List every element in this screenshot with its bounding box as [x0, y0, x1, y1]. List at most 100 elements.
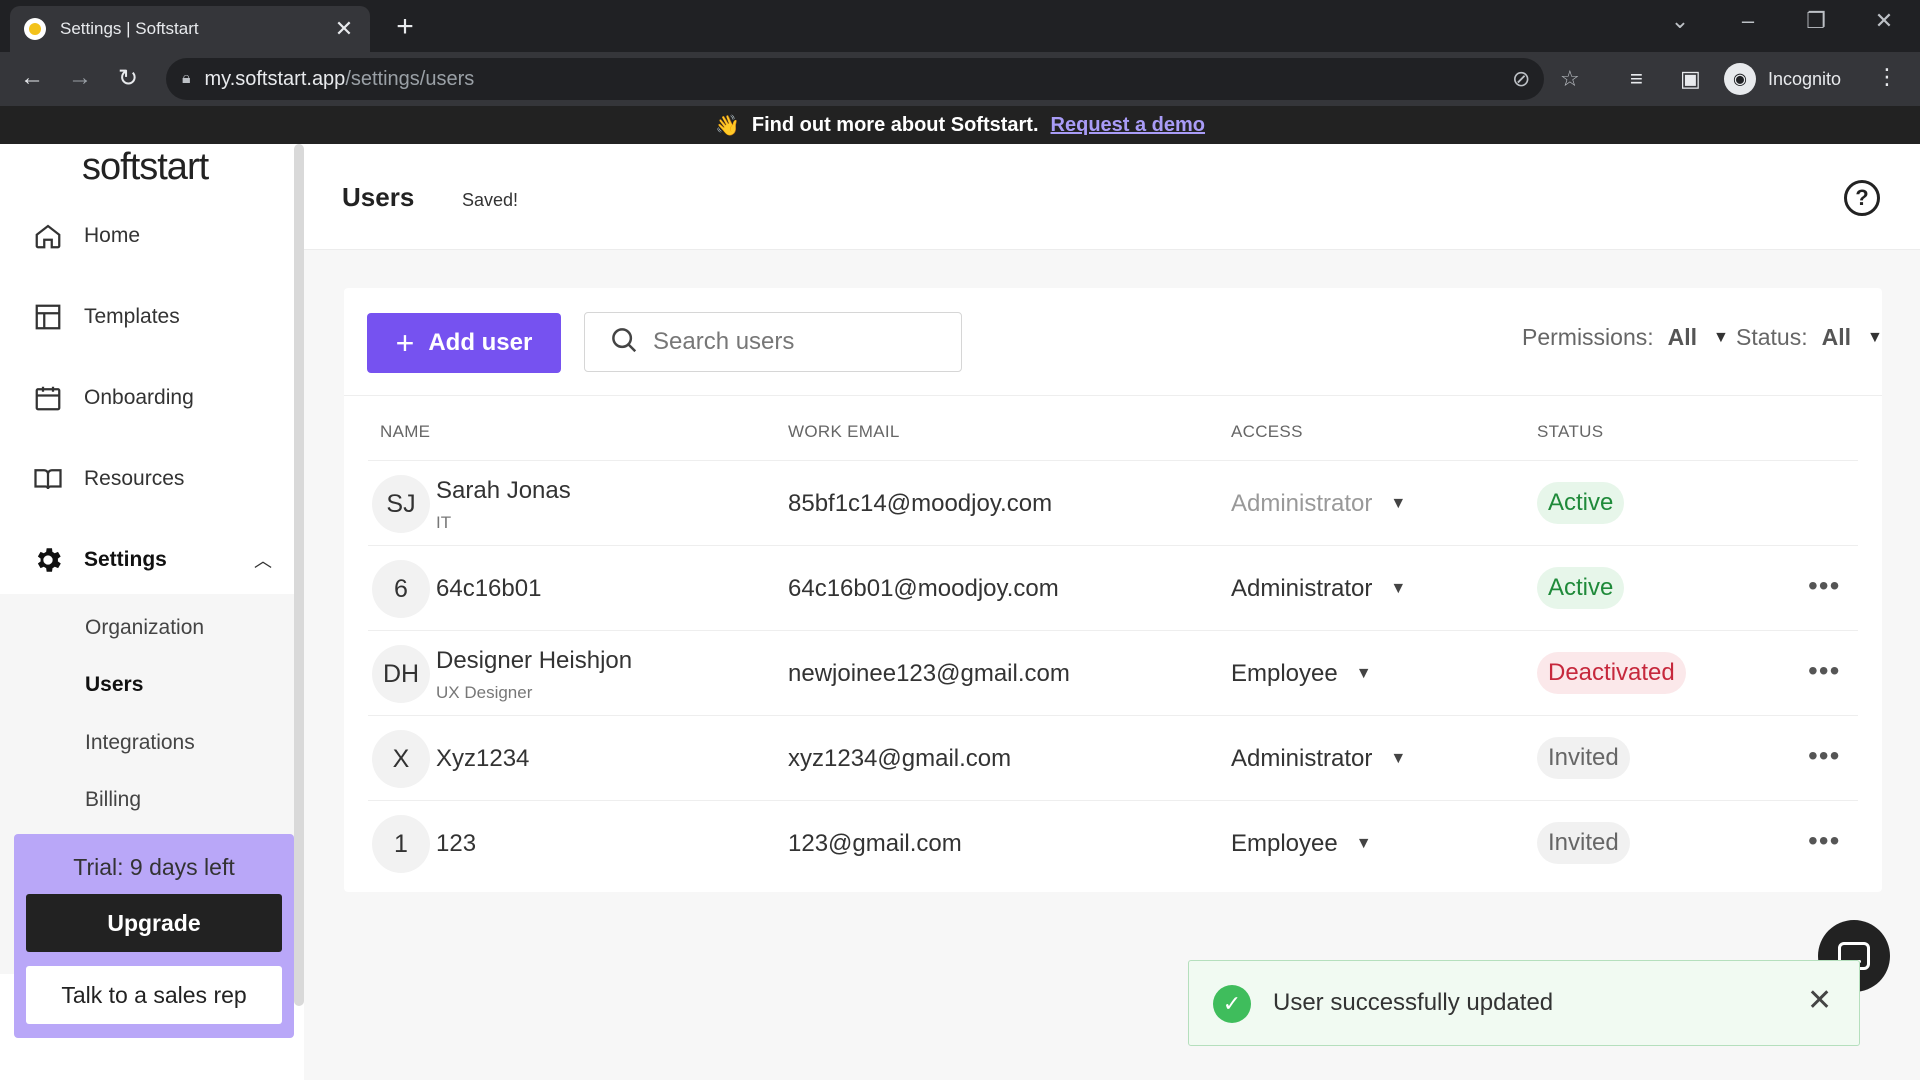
permissions-filter[interactable]: Permissions: All ▼	[1522, 324, 1729, 351]
more-options-icon[interactable]: •••	[1808, 740, 1840, 772]
status-badge: Invited	[1537, 737, 1630, 779]
browser-menu-icon[interactable]: ⋮	[1876, 64, 1898, 90]
waving-hand-icon: 👋	[714, 114, 740, 137]
sidebar-scrollbar[interactable]	[294, 144, 304, 1006]
restore-icon[interactable]: ❐	[1796, 8, 1836, 34]
chevron-up-icon[interactable]: ︿	[254, 547, 272, 573]
avatar: 1	[372, 815, 430, 873]
request-demo-link[interactable]: Request a demo	[1051, 114, 1205, 137]
table-row[interactable]: 1 123 123@gmail.com Employee ▼ Invited •…	[368, 800, 1858, 885]
sidebar-item-label: Settings	[84, 548, 167, 571]
user-name[interactable]: Designer Heishjon	[436, 647, 632, 675]
incognito-profile[interactable]: ◉ Incognito	[1724, 60, 1841, 98]
subnav-item-users[interactable]: Users	[85, 673, 143, 697]
media-control-icon[interactable]: ≡	[1630, 66, 1643, 92]
access-dropdown[interactable]: Administrator ▼	[1231, 745, 1406, 773]
permissions-filter-value: All	[1667, 324, 1698, 350]
talk-to-sales-button[interactable]: Talk to a sales rep	[26, 966, 282, 1024]
calendar-icon	[30, 380, 66, 416]
access-value: Employee	[1231, 660, 1338, 687]
banner-text: Find out more about Softstart.	[751, 113, 1039, 136]
user-email: 85bf1c14@moodjoy.com	[788, 490, 1053, 517]
promo-banner: 👋 Find out more about Softstart. Request…	[0, 106, 1920, 144]
user-name[interactable]: Sarah Jonas	[436, 477, 571, 505]
lock-icon[interactable]: 🔒︎	[182, 70, 191, 88]
tracking-blocked-eye-icon[interactable]: ⊘	[1512, 66, 1530, 92]
column-header-status[interactable]: STATUS	[1537, 422, 1603, 442]
table-row[interactable]: SJ Sarah Jonas IT 85bf1c14@moodjoy.com A…	[368, 460, 1858, 545]
tab-search-chevron-icon[interactable]: ⌄	[1660, 8, 1700, 34]
url-bar[interactable]: 🔒︎ my.softstart.app/settings/users ⊘ ☆	[166, 58, 1580, 100]
add-user-label: Add user	[428, 329, 533, 356]
user-department: IT	[436, 513, 452, 532]
add-user-button[interactable]: + Add user	[367, 313, 561, 373]
close-window-icon[interactable]: ✕	[1864, 8, 1904, 34]
avatar: SJ	[372, 475, 430, 533]
reload-icon[interactable]: ↻	[110, 64, 146, 93]
more-options-icon[interactable]: •••	[1808, 655, 1840, 687]
side-panel-icon[interactable]: ▣	[1680, 66, 1701, 92]
sidebar-item-label: Home	[84, 224, 141, 247]
access-dropdown[interactable]: Administrator ▼	[1231, 575, 1406, 603]
status-filter[interactable]: Status: All ▼	[1736, 324, 1883, 351]
status-filter-label: Status:	[1736, 324, 1808, 350]
users-toolbar: + Add user Permissions: All ▼ Status: Al…	[344, 288, 1883, 396]
sidebar-item-home[interactable]: Home	[30, 211, 290, 261]
access-value: Administrator	[1231, 745, 1373, 772]
chevron-down-icon: ▼	[1867, 328, 1883, 346]
user-name[interactable]: 123	[436, 830, 476, 858]
toast-message: User successfully updated	[1273, 989, 1554, 1016]
search-box[interactable]	[584, 312, 962, 372]
trial-days-left: Trial: 9 days left	[73, 854, 235, 880]
access-dropdown[interactable]: Employee ▼	[1231, 830, 1372, 858]
column-header-name[interactable]: NAME	[380, 422, 430, 442]
table-row[interactable]: X Xyz1234 xyz1234@gmail.com Administrato…	[368, 715, 1858, 800]
url-path: /settings/users	[345, 67, 475, 90]
users-card: + Add user Permissions: All ▼ Status: Al…	[344, 288, 1883, 892]
subnav-item-billing[interactable]: Billing	[85, 788, 141, 812]
toast-close-icon[interactable]: ✕	[1807, 983, 1832, 1018]
more-options-icon[interactable]: •••	[1808, 825, 1840, 857]
check-circle-icon: ✓	[1213, 985, 1251, 1023]
forward-icon[interactable]: →	[62, 64, 98, 92]
sidebar-item-label: Onboarding	[84, 386, 194, 409]
tab-close-icon[interactable]: ✕	[332, 16, 356, 42]
browser-tab[interactable]: Settings | Softstart ✕	[10, 6, 370, 52]
column-header-email[interactable]: WORK EMAIL	[788, 422, 900, 442]
column-header-access[interactable]: ACCESS	[1231, 422, 1303, 442]
subnav-item-integrations[interactable]: Integrations	[85, 731, 195, 755]
user-name[interactable]: Xyz1234	[436, 745, 529, 773]
chevron-down-icon: ▼	[1355, 665, 1372, 682]
url-host: my.softstart.app	[204, 67, 346, 90]
sidebar-item-onboarding[interactable]: Onboarding	[30, 373, 290, 423]
avatar: 6	[372, 560, 430, 618]
table-row[interactable]: DH Designer Heishjon UX Designer newjoin…	[368, 630, 1858, 715]
user-email: 64c16b01@moodjoy.com	[788, 575, 1059, 602]
minimize-icon[interactable]: –	[1728, 8, 1768, 34]
upgrade-button[interactable]: Upgrade	[26, 894, 282, 952]
access-dropdown[interactable]: Employee ▼	[1231, 660, 1372, 688]
new-tab-icon[interactable]: +	[390, 10, 420, 44]
sidebar-item-settings[interactable]: Settings ︿	[30, 535, 290, 585]
status-badge: Active	[1537, 567, 1625, 609]
browser-address-bar: ← → ↻ 🔒︎ my.softstart.app/settings/users…	[0, 52, 1920, 106]
gear-icon	[30, 542, 66, 578]
more-options-icon[interactable]: •••	[1808, 570, 1840, 602]
tab-title: Settings | Softstart	[60, 19, 199, 38]
chevron-down-icon: ▼	[1713, 328, 1729, 346]
subnav-item-organization[interactable]: Organization	[85, 616, 204, 640]
search-users-input[interactable]	[653, 328, 953, 356]
help-icon[interactable]: ?	[1844, 180, 1880, 216]
user-name[interactable]: 64c16b01	[436, 575, 541, 603]
softstart-logo[interactable]: softstart	[82, 146, 209, 189]
incognito-label: Incognito	[1768, 68, 1842, 89]
chevron-down-icon: ▼	[1355, 835, 1372, 852]
chevron-down-icon: ▼	[1390, 580, 1407, 597]
sidebar-item-templates[interactable]: Templates	[30, 292, 290, 342]
user-department: UX Designer	[436, 683, 533, 702]
bookmark-star-icon[interactable]: ☆	[1560, 66, 1580, 92]
table-row[interactable]: 6 64c16b01 64c16b01@moodjoy.com Administ…	[368, 545, 1858, 630]
back-icon[interactable]: ←	[14, 64, 50, 92]
sidebar-item-resources[interactable]: Resources	[30, 454, 290, 504]
browser-tab-bar: Settings | Softstart ✕ + ⌄ – ❐ ✕	[0, 0, 1920, 52]
